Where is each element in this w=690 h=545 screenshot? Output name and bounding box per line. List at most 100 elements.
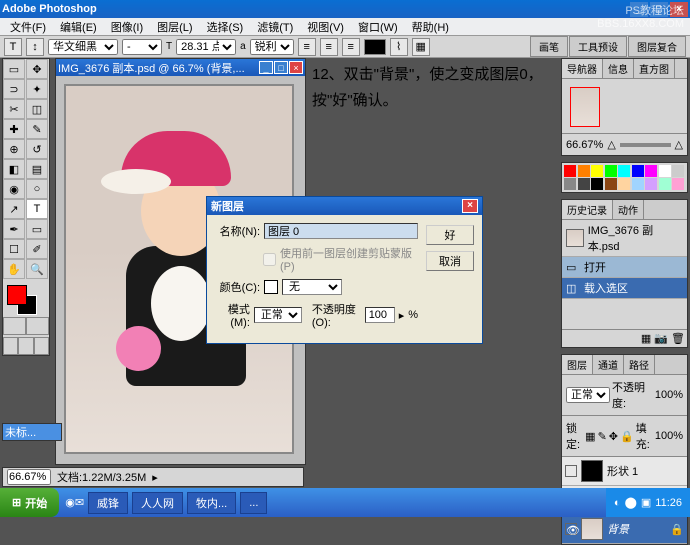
history-snapshot[interactable]: IMG_3676 副本.psd	[562, 220, 687, 257]
taskbar-item[interactable]: 威锋	[88, 492, 128, 514]
document-titlebar[interactable]: IMG_3676 副本.psd @ 66.7% (背景,... _ □ ×	[56, 59, 305, 76]
start-button[interactable]: ⊞ 开始	[0, 488, 59, 517]
swatch[interactable]	[632, 178, 644, 190]
swatch[interactable]	[645, 178, 657, 190]
dialog-titlebar[interactable]: 新图层 ×	[207, 197, 482, 215]
layer-opacity-value[interactable]: 100%	[655, 389, 683, 401]
swatch[interactable]	[618, 165, 630, 177]
doc-maximize-button[interactable]: □	[274, 61, 288, 74]
opacity-input[interactable]	[365, 307, 395, 323]
history-brush-tool[interactable]: ↺	[26, 139, 48, 159]
taskbar-item[interactable]: 人人网	[132, 492, 183, 514]
layer-name-input[interactable]	[264, 223, 418, 239]
tab-histogram[interactable]: 直方图	[634, 59, 675, 78]
align-center-icon[interactable]: ≡	[320, 38, 338, 56]
fill-value[interactable]: 100%	[655, 430, 683, 442]
menu-view[interactable]: 视图(V)	[301, 17, 350, 37]
screen-mode-1[interactable]	[3, 337, 18, 355]
swatch[interactable]	[591, 165, 603, 177]
swatch[interactable]	[672, 178, 684, 190]
align-left-icon[interactable]: ≡	[298, 38, 316, 56]
zoom-tool[interactable]: 🔍	[26, 259, 48, 279]
menu-file[interactable]: 文件(F)	[4, 17, 52, 37]
menu-edit[interactable]: 编辑(E)	[54, 17, 103, 37]
swatch[interactable]	[578, 165, 590, 177]
screen-mode-2[interactable]	[18, 337, 33, 355]
path-tool[interactable]: ↗	[3, 199, 25, 219]
warp-text-icon[interactable]: ⌇	[390, 38, 408, 56]
menu-help[interactable]: 帮助(H)	[406, 17, 455, 37]
tray-icon[interactable]: ◐	[614, 497, 621, 509]
tab-actions[interactable]: 动作	[613, 200, 644, 219]
lock-paint-icon[interactable]: ✎	[598, 430, 607, 443]
cancel-button[interactable]: 取消	[426, 251, 474, 271]
zoom-slider[interactable]	[620, 143, 671, 147]
minimized-document[interactable]: 未标...	[2, 423, 62, 441]
lock-move-icon[interactable]: ✥	[609, 430, 618, 443]
brush-tool[interactable]: ✎	[26, 119, 48, 139]
swatch[interactable]	[618, 178, 630, 190]
swatch[interactable]	[645, 165, 657, 177]
zoom-out-icon[interactable]: △	[607, 138, 615, 151]
screen-mode-3[interactable]	[34, 337, 49, 355]
type-tool[interactable]: T	[26, 199, 48, 219]
ok-button[interactable]: 好	[426, 225, 474, 245]
zoom-in-icon[interactable]: △	[675, 138, 683, 151]
marquee-tool[interactable]: ▭	[3, 59, 25, 79]
swatch[interactable]	[591, 178, 603, 190]
taskbar-item[interactable]: ...	[240, 492, 267, 514]
clock[interactable]: 11:26	[655, 497, 682, 509]
move-tool[interactable]: ✥	[26, 59, 48, 79]
swatch[interactable]	[659, 165, 671, 177]
menu-filter[interactable]: 滤镜(T)	[251, 17, 299, 37]
menu-select[interactable]: 选择(S)	[201, 17, 250, 37]
visibility-icon[interactable]: 👁	[565, 523, 577, 535]
align-right-icon[interactable]: ≡	[342, 38, 360, 56]
history-new-doc-icon[interactable]: ▦	[641, 332, 651, 345]
palettes-icon[interactable]: ▦	[412, 38, 430, 56]
swatch[interactable]	[564, 165, 576, 177]
tab-tool-presets[interactable]: 工具预设	[569, 36, 627, 57]
tab-brushes[interactable]: 画笔	[530, 36, 568, 57]
tab-channels[interactable]: 通道	[593, 355, 624, 374]
crop-tool[interactable]: ✂	[3, 99, 25, 119]
font-size-select[interactable]: 28.31 点	[176, 39, 236, 55]
gradient-tool[interactable]: ▤	[26, 159, 48, 179]
tab-paths[interactable]: 路径	[624, 355, 655, 374]
eraser-tool[interactable]: ◧	[3, 159, 25, 179]
quicklaunch-icon[interactable]: ◉	[65, 496, 75, 509]
hand-tool[interactable]: ✋	[3, 259, 25, 279]
slice-tool[interactable]: ◫	[26, 99, 48, 119]
orientation-icon[interactable]: ↕	[26, 38, 44, 56]
doc-minimize-button[interactable]: _	[259, 61, 273, 74]
stamp-tool[interactable]: ⊕	[3, 139, 25, 159]
blend-mode-select[interactable]: 正常	[566, 387, 610, 403]
font-style-select[interactable]: -	[122, 39, 162, 55]
tab-info[interactable]: 信息	[603, 59, 634, 78]
swatch[interactable]	[672, 165, 684, 177]
shape-tool[interactable]: ▭	[26, 219, 48, 239]
mode-select[interactable]: 正常	[254, 307, 302, 323]
foreground-color-swatch[interactable]	[7, 285, 27, 305]
color-select[interactable]: 无	[282, 279, 342, 295]
history-item-load-selection[interactable]: ◫ 载入选区	[562, 278, 687, 299]
tab-navigator[interactable]: 导航器	[562, 59, 603, 78]
quicklaunch-icon[interactable]: ✉	[75, 496, 84, 509]
menu-layer[interactable]: 图层(L)	[151, 17, 198, 37]
lock-all-icon[interactable]: 🔒	[620, 430, 634, 443]
opacity-arrow-icon[interactable]: ▸	[399, 309, 405, 322]
layer-thumbnail[interactable]	[581, 518, 603, 540]
eyedropper-tool[interactable]: ✐	[26, 239, 48, 259]
swatch[interactable]	[564, 178, 576, 190]
navigator-thumbnail[interactable]	[570, 87, 600, 127]
notes-tool[interactable]: ☐	[3, 239, 25, 259]
blur-tool[interactable]: ◉	[3, 179, 25, 199]
tab-history[interactable]: 历史记录	[562, 200, 613, 219]
dodge-tool[interactable]: ○	[26, 179, 48, 199]
tab-layer-comps[interactable]: 图层复合	[628, 36, 686, 57]
lasso-tool[interactable]: ⊃	[3, 79, 25, 99]
doc-close-button[interactable]: ×	[289, 61, 303, 74]
history-trash-icon[interactable]: 🗑	[671, 332, 685, 345]
status-arrow-icon[interactable]: ▸	[152, 471, 158, 484]
pen-tool[interactable]: ✒	[3, 219, 25, 239]
